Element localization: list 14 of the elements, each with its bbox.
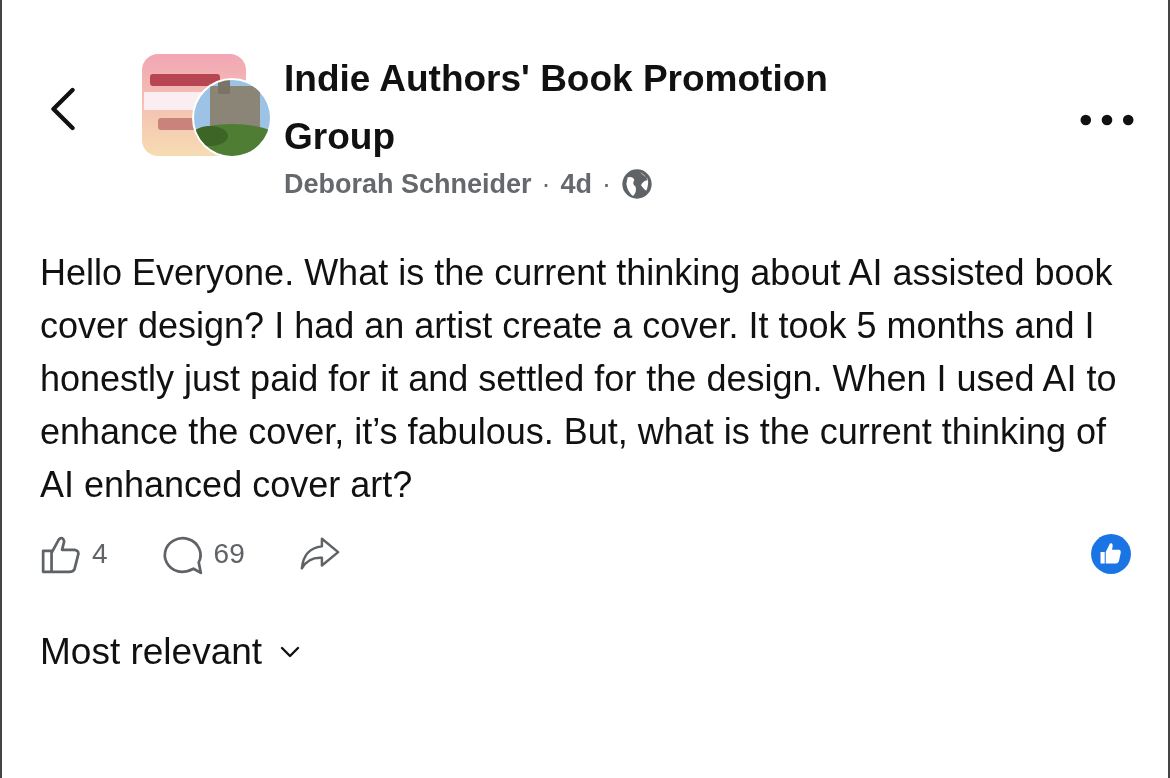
like-reaction-icon bbox=[1090, 533, 1132, 575]
author-name[interactable]: Deborah Schneider bbox=[284, 168, 532, 200]
comment-button[interactable]: 69 bbox=[161, 533, 245, 575]
chevron-down-icon bbox=[280, 646, 301, 658]
separator: · bbox=[541, 168, 551, 200]
back-icon bbox=[50, 87, 76, 131]
sort-dropdown[interactable]: Most relevant bbox=[40, 631, 301, 673]
group-name[interactable]: Indie Authors' Book Promotion Group bbox=[284, 50, 924, 166]
more-icon bbox=[1080, 114, 1134, 126]
globe-icon bbox=[621, 168, 654, 200]
separator: · bbox=[602, 168, 612, 200]
post-time[interactable]: 4d bbox=[560, 168, 593, 200]
like-button[interactable]: 4 bbox=[40, 533, 108, 575]
post-text: Hello Everyone. What is the current thinking about AI assisted book cover design? I had an artist create a cover. It took 5 months and I honestly just paid for it and settled for the design. When I used AI to enhance the cover, it’s fabulous. But, what is the current thinking of AI enhanced cover art? bbox=[40, 251, 1118, 507]
